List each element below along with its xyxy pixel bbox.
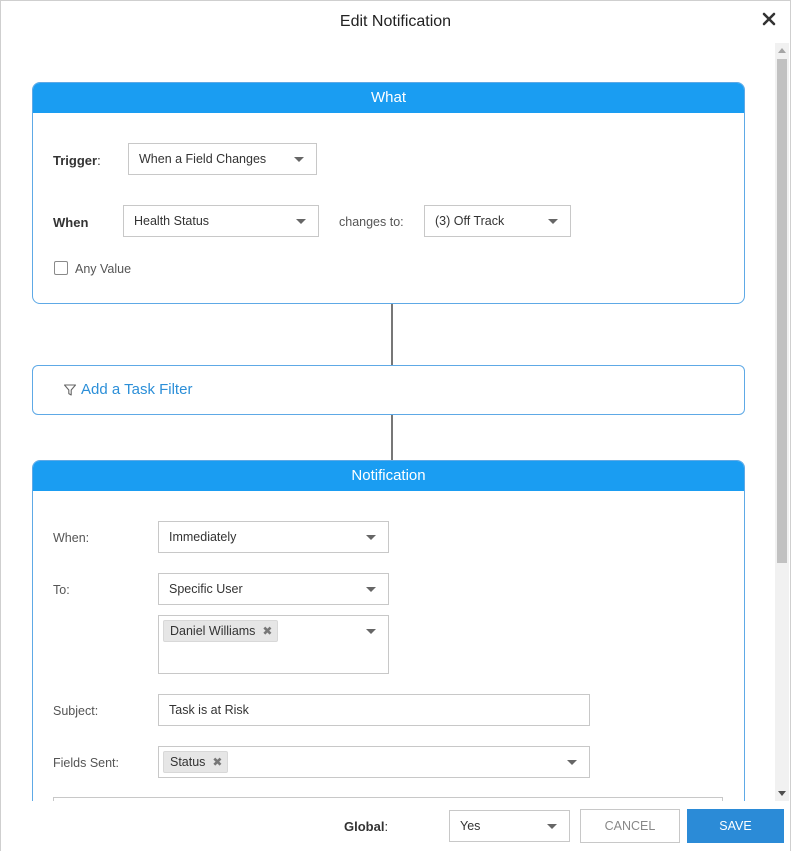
- chevron-down-icon: [296, 219, 306, 224]
- vertical-scrollbar[interactable]: [775, 43, 789, 801]
- subject-input[interactable]: [158, 694, 590, 726]
- dialog-content: What Trigger: When a Field Changes When …: [1, 43, 776, 801]
- edit-notification-dialog: Edit Notification What Trigger: When a F…: [0, 0, 791, 851]
- chevron-down-icon: [366, 535, 376, 540]
- connector-line: [391, 415, 393, 461]
- remove-icon[interactable]: ✖: [262, 621, 272, 641]
- when-label: When: [53, 215, 89, 230]
- dialog-footer: Global: Yes CANCEL SAVE: [1, 801, 790, 851]
- dialog-title: Edit Notification: [339, 13, 452, 30]
- global-label: Global:: [344, 819, 389, 834]
- chevron-down-icon: [567, 760, 577, 765]
- changes-to-label: changes to:: [339, 215, 404, 229]
- scroll-up-icon[interactable]: [778, 48, 786, 53]
- trigger-select[interactable]: When a Field Changes: [128, 143, 317, 175]
- notification-panel-header: Notification: [33, 461, 744, 491]
- trigger-label: Trigger:: [53, 153, 101, 168]
- fields-sent-label: Fields Sent:: [53, 756, 120, 770]
- chevron-down-icon: [366, 629, 376, 634]
- chevron-down-icon: [294, 157, 304, 162]
- remove-icon[interactable]: ✖: [212, 752, 222, 772]
- notification-when-select[interactable]: Immediately: [158, 521, 389, 553]
- changes-to-select[interactable]: (3) Off Track: [424, 205, 571, 237]
- what-panel-header: What: [33, 83, 744, 113]
- fields-sent-chip-label: Status: [170, 755, 206, 769]
- global-select-value: Yes: [460, 819, 481, 833]
- fields-sent-chip: Status ✖: [163, 751, 229, 773]
- add-task-filter-label: Add a Task Filter: [81, 381, 193, 398]
- when-field-select[interactable]: Health Status: [123, 205, 319, 237]
- global-select[interactable]: Yes: [449, 810, 570, 842]
- to-label: To:: [53, 583, 70, 597]
- connector-line: [391, 304, 393, 365]
- scrollbar-thumb[interactable]: [777, 59, 787, 563]
- any-value-checkbox[interactable]: [54, 261, 68, 275]
- chevron-down-icon: [547, 824, 557, 829]
- changes-to-select-value: (3) Off Track: [435, 214, 505, 228]
- notification-when-value: Immediately: [169, 530, 237, 544]
- add-task-filter-link[interactable]: Add a Task Filter: [63, 381, 192, 398]
- what-panel: What: [32, 82, 745, 304]
- recipient-chip: Daniel Williams ✖: [163, 620, 279, 642]
- notification-when-label: When:: [53, 531, 90, 545]
- close-icon[interactable]: [762, 12, 776, 26]
- scroll-down-icon[interactable]: [778, 791, 786, 796]
- any-value-label: Any Value: [75, 262, 132, 276]
- chevron-down-icon: [548, 219, 558, 224]
- cancel-button[interactable]: CANCEL: [580, 809, 680, 843]
- filter-icon: [63, 383, 77, 396]
- to-select[interactable]: Specific User: [158, 573, 389, 605]
- trigger-select-value: When a Field Changes: [139, 152, 267, 166]
- chevron-down-icon: [366, 587, 376, 592]
- when-field-select-value: Health Status: [134, 214, 210, 228]
- recipient-chip-label: Daniel Williams: [170, 624, 256, 638]
- to-select-value: Specific User: [169, 582, 243, 596]
- save-button[interactable]: SAVE: [687, 809, 784, 843]
- task-filter-box: Add a Task Filter: [32, 365, 745, 415]
- subject-label: Subject:: [53, 704, 99, 718]
